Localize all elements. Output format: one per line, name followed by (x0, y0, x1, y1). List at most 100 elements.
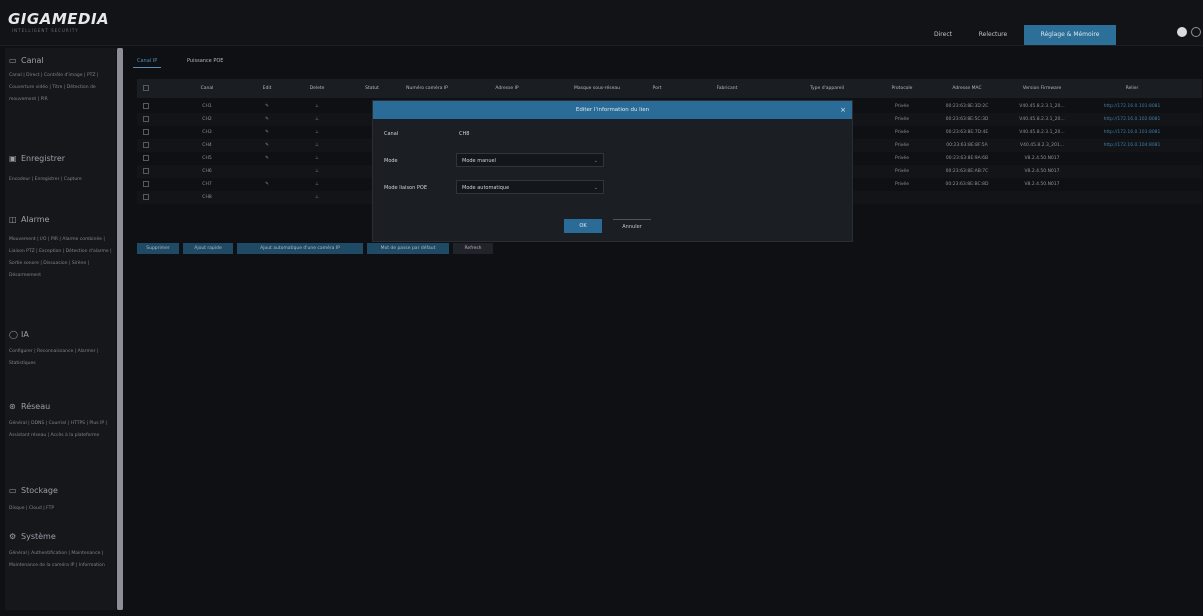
column-header: Fabricant (716, 86, 738, 91)
nav-direct[interactable]: Direct (924, 25, 962, 45)
camera-icon: ▭ (9, 56, 17, 65)
table-cell: Privée (895, 117, 909, 122)
auto-add-ipc-button[interactable]: Ajout automatique d'une caméra IP (237, 243, 363, 254)
table-cell: Privée (895, 169, 909, 174)
default-password-button[interactable]: Mot de passe par défaut (367, 243, 449, 254)
delete-icon[interactable]: ⊥ (297, 152, 337, 165)
sidebar-sub-systeme[interactable]: Général | Authentification | Maintenance… (9, 548, 117, 572)
sidebar-section-label: Alarme (21, 215, 50, 224)
link-cell[interactable]: http://172.16.0.102:8081 (1087, 113, 1177, 126)
link-cell[interactable] (1087, 178, 1177, 191)
delete-icon[interactable]: ⊥ (297, 126, 337, 139)
table-cell (937, 191, 997, 204)
table-cell: 00:23:63:8E:5C:3D (945, 117, 989, 122)
close-icon[interactable]: × (840, 101, 846, 119)
delete-icon[interactable]: ⊥ (297, 191, 337, 204)
delete-button[interactable]: Supprimer (137, 243, 179, 254)
link-cell[interactable] (1087, 191, 1177, 204)
column-header: Delete (309, 86, 325, 91)
sidebar-section-reseau[interactable]: ⊛ Réseau (9, 402, 50, 411)
column-header: Type d'appareil (809, 86, 845, 91)
edit-icon[interactable]: ✎ (247, 113, 287, 126)
table-cell: 00:23:63:8E:8F:5A (946, 143, 988, 148)
table-cell: 00:23:63:8E:BC:8D (945, 182, 989, 187)
cancel-button[interactable]: Annuler (613, 219, 651, 233)
delete-icon[interactable]: ⊥ (297, 178, 337, 191)
chevron-down-icon: ⌄ (593, 158, 598, 164)
brand-logo: GIGAMEDIA (8, 10, 110, 28)
sidebar-section-enregistrer[interactable]: ▣ Enregistrer (9, 154, 65, 163)
row-checkbox[interactable] (143, 142, 149, 148)
delete-icon[interactable]: ⊥ (297, 139, 337, 152)
sidebar-section-label: Canal (21, 56, 44, 65)
table-cell: CH3 (202, 130, 212, 135)
tab-puissance-poe[interactable]: Puissance POE (183, 54, 227, 68)
sidebar-section-stockage[interactable]: ▭ Stockage (9, 486, 58, 495)
sidebar-sub-stockage[interactable]: Disque | Cloud | FTP (9, 503, 117, 515)
edit-icon[interactable]: ✎ (247, 152, 287, 165)
link-cell[interactable] (1087, 152, 1177, 165)
table-cell: Privée (895, 143, 909, 148)
sidebar-scrollbar[interactable] (117, 48, 123, 610)
sidebar-sub-canal[interactable]: Canal | Direct | Contrôle d'image | PTZ … (9, 70, 117, 106)
row-checkbox[interactable] (143, 181, 149, 187)
sidebar-section-canal[interactable]: ▭ Canal (9, 56, 44, 65)
row-checkbox[interactable] (143, 194, 149, 200)
row-checkbox[interactable] (143, 129, 149, 135)
brand-tagline: INTELLIGENT SECURITY (12, 28, 79, 33)
sidebar-sub-reseau[interactable]: Général | DDNS | Courriel | HTTPS | Plus… (9, 418, 117, 442)
checkbox[interactable] (143, 85, 149, 91)
power-icon[interactable] (1191, 27, 1201, 37)
record-icon: ▣ (9, 154, 17, 163)
delete-icon[interactable]: ⊥ (297, 100, 337, 113)
canal-value: CH8 (459, 131, 470, 137)
sidebar-sub-enregistrer[interactable]: Encodeur | Enregistrer | Capture (9, 174, 117, 186)
table-cell: CH8 (202, 195, 212, 200)
link-cell[interactable]: http://172.16.0.101:8081 (1087, 100, 1177, 113)
ok-button[interactable]: OK (564, 219, 602, 233)
sidebar-section-label: IA (21, 330, 29, 339)
delete-icon[interactable]: ⊥ (297, 165, 337, 178)
refresh-button[interactable]: Refresh (453, 243, 493, 254)
delete-icon[interactable]: ⊥ (297, 113, 337, 126)
poe-mode-select[interactable]: Mode automatique ⌄ (456, 180, 604, 194)
table-cell: CH1 (202, 104, 212, 109)
edit-icon[interactable] (247, 191, 287, 204)
select-all-checkbox[interactable] (137, 79, 157, 98)
edit-icon[interactable]: ✎ (247, 100, 287, 113)
column-header: Version Firmware (1022, 86, 1062, 91)
help-icon[interactable] (1177, 27, 1187, 37)
row-checkbox[interactable] (143, 116, 149, 122)
column-header: Canal (200, 86, 214, 91)
edit-icon[interactable]: ✎ (247, 139, 287, 152)
poe-mode-select-value: Mode automatique (462, 185, 510, 191)
link-cell[interactable] (1087, 165, 1177, 178)
sidebar-section-alarme[interactable]: ◫ Alarme (9, 215, 49, 224)
row-checkbox[interactable] (143, 103, 149, 109)
edit-icon[interactable]: ✎ (247, 126, 287, 139)
sidebar-section-label: Enregistrer (21, 154, 66, 163)
table-cell: V8.2.4.50.N017 (1024, 182, 1060, 187)
edit-icon[interactable]: ✎ (247, 178, 287, 191)
sidebar-section-systeme[interactable]: ⚙ Système (9, 532, 56, 541)
row-checkbox[interactable] (143, 155, 149, 161)
sidebar-section-label: Système (21, 532, 56, 541)
nav-relecture[interactable]: Relecture (968, 25, 1018, 45)
table-cell: V8.2.4.50.N017 (1024, 169, 1060, 174)
nav-reglage[interactable]: Réglage & Mémoire (1024, 25, 1116, 45)
sidebar-sub-alarme[interactable]: Mouvement | I/O | PIR | Alarme combinée … (9, 234, 117, 282)
table-header: Canal Edit Delete Statut Numéro caméra IP Adr… (137, 79, 1202, 98)
top-bar: GIGAMEDIA INTELLIGENT SECURITY Direct Re… (0, 0, 1203, 46)
link-cell[interactable]: http://172.16.0.103:8081 (1087, 126, 1177, 139)
quick-add-button[interactable]: Ajout rapide (183, 243, 233, 254)
scrollbar-thumb[interactable] (117, 48, 123, 610)
link-cell[interactable]: http://172.16.0.104:8081 (1087, 139, 1177, 152)
table-cell: Privée (895, 130, 909, 135)
mode-select[interactable]: Mode manuel ⌄ (456, 153, 604, 167)
tab-canal-ip[interactable]: Canal IP (133, 54, 162, 68)
sidebar-sub-ia[interactable]: Configurer | Reconnaissance | Alarmer | … (9, 346, 117, 370)
table-cell: V8.2.4.50.N017 (1024, 156, 1060, 161)
sidebar-section-ia[interactable]: ◯ IA (9, 330, 29, 339)
row-checkbox[interactable] (143, 168, 149, 174)
edit-icon[interactable] (247, 165, 287, 178)
